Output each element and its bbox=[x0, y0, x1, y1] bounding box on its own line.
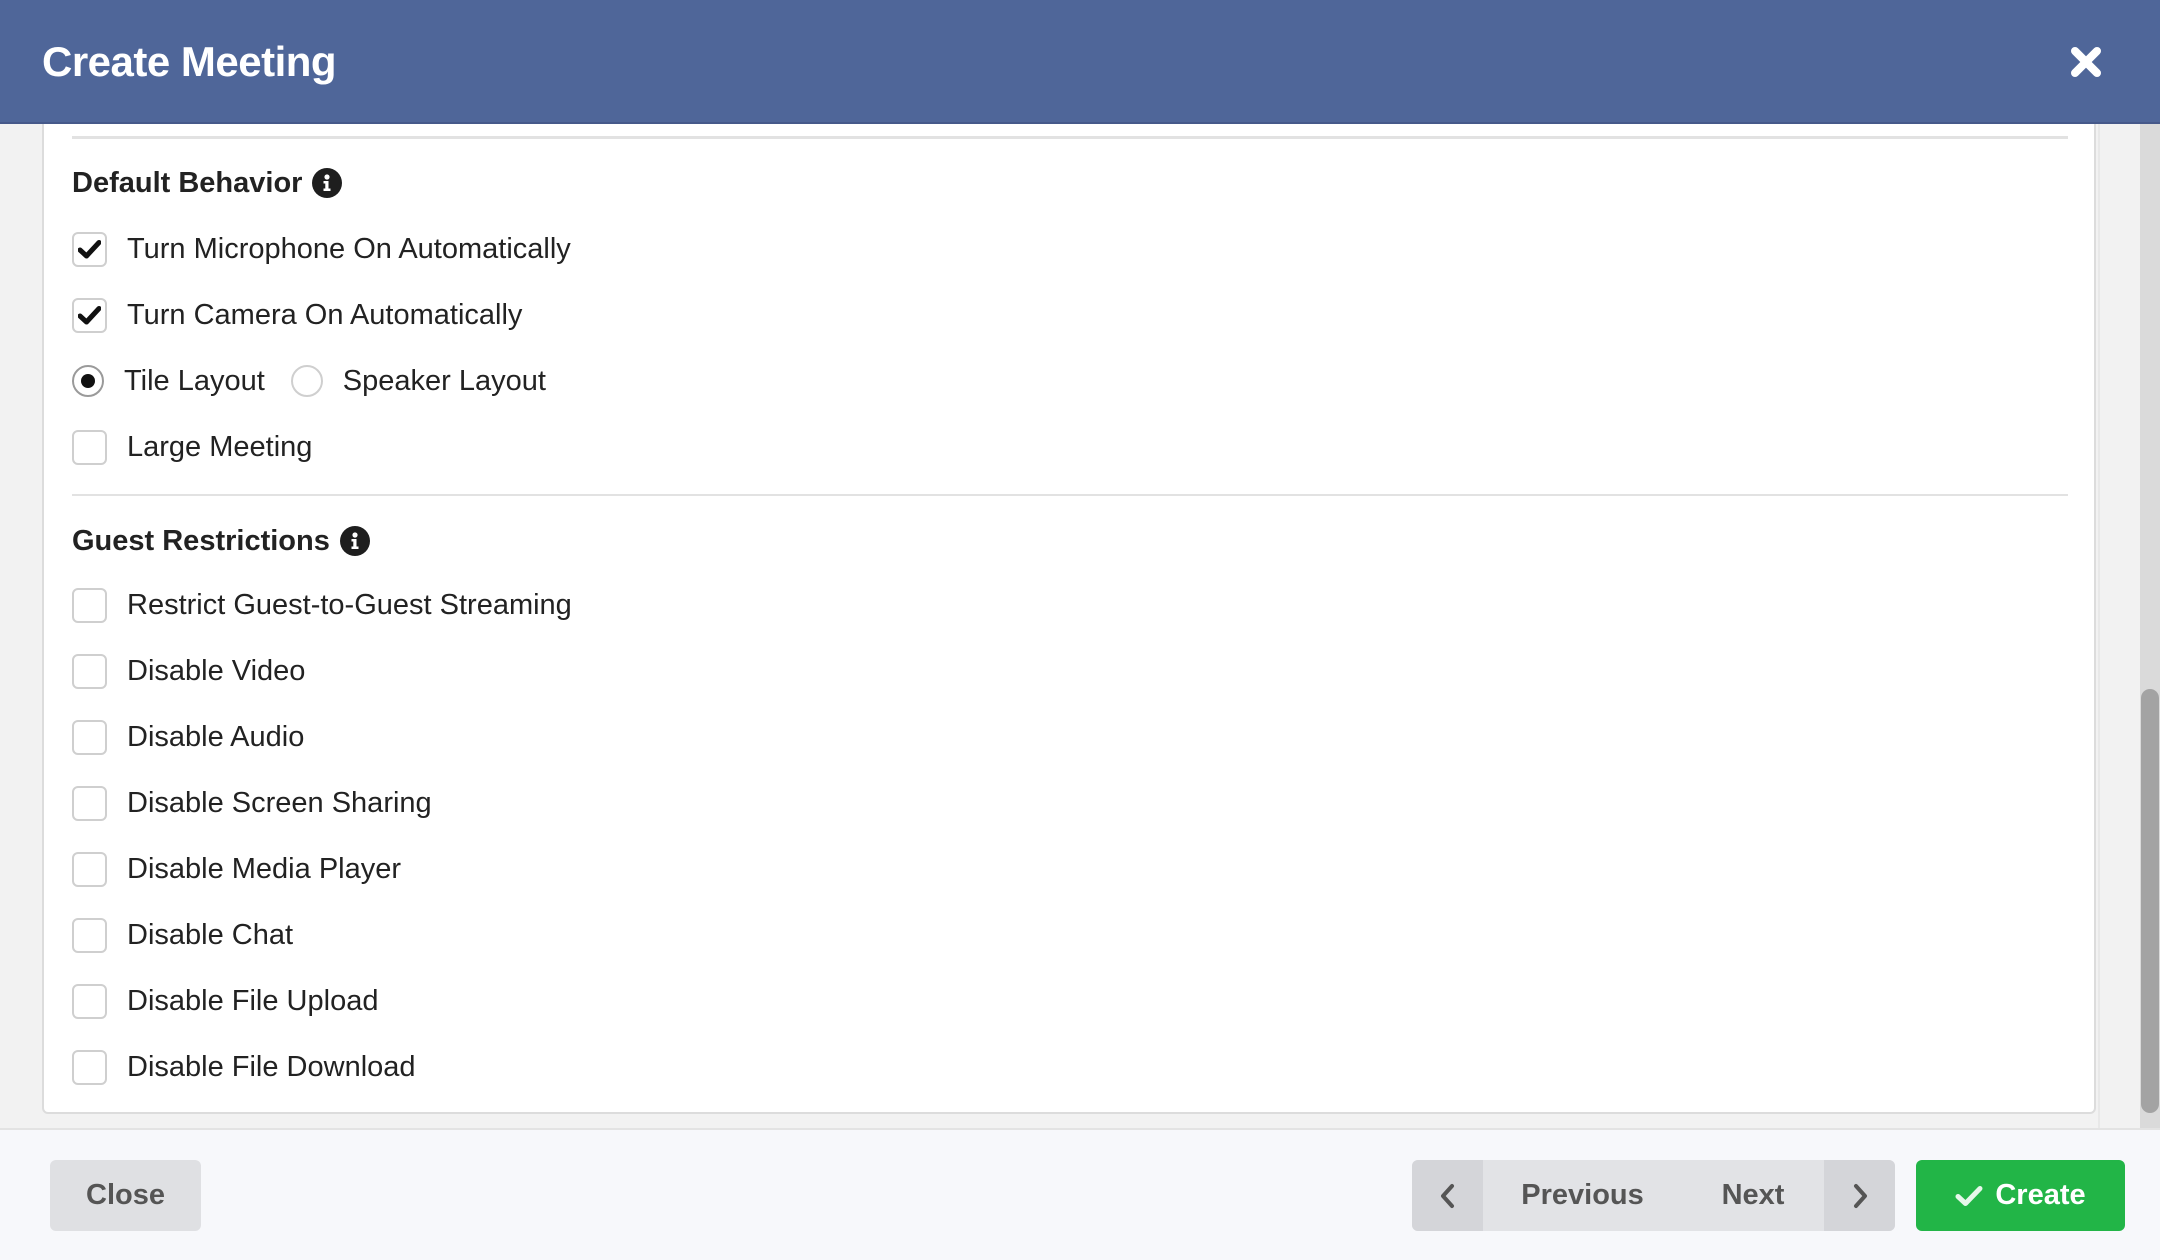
section-divider bbox=[72, 136, 2068, 139]
close-button[interactable]: Close bbox=[50, 1160, 201, 1231]
previous-button[interactable]: Previous bbox=[1483, 1160, 1682, 1231]
close-dialog-button[interactable] bbox=[2068, 44, 2104, 80]
option-label[interactable]: Turn Camera On Automatically bbox=[127, 299, 522, 332]
check-icon bbox=[1955, 1185, 1983, 1206]
tile-layout-radio[interactable] bbox=[72, 365, 104, 397]
radio-label[interactable]: Tile Layout bbox=[124, 365, 265, 398]
next-button[interactable]: Next bbox=[1682, 1160, 1824, 1231]
info-circle-icon[interactable] bbox=[312, 168, 343, 198]
disable-audio-checkbox[interactable] bbox=[72, 719, 107, 755]
close-x-icon bbox=[2071, 47, 2101, 77]
option-label[interactable]: Restrict Guest-to-Guest Streaming bbox=[127, 589, 572, 622]
disable-screen-sharing-checkbox[interactable] bbox=[72, 785, 107, 821]
option-row-camera[interactable]: Turn Camera On Automatically bbox=[72, 295, 522, 335]
option-row-disable-file-upload[interactable]: Disable File Upload bbox=[72, 981, 378, 1021]
chevron-left-icon bbox=[1440, 1183, 1454, 1208]
option-label[interactable]: Disable Screen Sharing bbox=[127, 787, 432, 820]
dialog-title: Create Meeting bbox=[42, 38, 337, 85]
disable-file-upload-checkbox[interactable] bbox=[72, 983, 107, 1019]
option-label[interactable]: Disable Chat bbox=[127, 919, 293, 952]
option-row-large-meeting[interactable]: Large Meeting bbox=[72, 427, 312, 467]
guest-restrictions-title: Guest Restrictions bbox=[72, 525, 330, 557]
pagination-group: Previous Next bbox=[1412, 1160, 1895, 1231]
dialog-body: Default Behavior Turn Microphone On Auto… bbox=[0, 124, 2140, 1128]
scrollbar-thumb[interactable] bbox=[2141, 689, 2159, 1113]
option-label[interactable]: Turn Microphone On Automatically bbox=[127, 233, 571, 266]
option-row-microphone[interactable]: Turn Microphone On Automatically bbox=[72, 229, 571, 269]
speaker-layout-radio[interactable] bbox=[290, 365, 323, 397]
default-behavior-title: Default Behavior bbox=[72, 167, 303, 199]
disable-file-download-checkbox[interactable] bbox=[72, 1049, 107, 1085]
option-label[interactable]: Disable Audio bbox=[127, 721, 304, 754]
large-meeting-checkbox[interactable] bbox=[72, 429, 107, 465]
disable-chat-checkbox[interactable] bbox=[72, 917, 107, 953]
disable-video-checkbox[interactable] bbox=[72, 653, 107, 689]
scroll-gutter bbox=[2098, 124, 2140, 1128]
option-row-disable-video[interactable]: Disable Video bbox=[72, 651, 305, 691]
option-row-disable-chat[interactable]: Disable Chat bbox=[72, 915, 293, 955]
option-row-disable-file-download[interactable]: Disable File Download bbox=[72, 1047, 416, 1087]
previous-chevron-button[interactable] bbox=[1412, 1160, 1483, 1231]
restrict-guest-streaming-checkbox[interactable] bbox=[72, 587, 107, 623]
next-chevron-button[interactable] bbox=[1824, 1160, 1895, 1231]
option-label[interactable]: Large Meeting bbox=[127, 431, 312, 464]
dialog-footer: Close Previous Next Create bbox=[0, 1128, 2160, 1260]
chevron-right-icon bbox=[1853, 1183, 1867, 1208]
option-label[interactable]: Disable Media Player bbox=[127, 853, 401, 886]
checkmark-icon bbox=[78, 239, 101, 258]
section-divider bbox=[72, 494, 2068, 496]
option-label[interactable]: Disable Video bbox=[127, 655, 305, 688]
create-button-label: Create bbox=[1995, 1179, 2086, 1211]
option-row-disable-screen-sharing[interactable]: Disable Screen Sharing bbox=[72, 783, 432, 823]
info-circle-icon[interactable] bbox=[339, 526, 370, 556]
default-behavior-heading: Default Behavior bbox=[72, 163, 343, 203]
dialog-header: Create Meeting bbox=[0, 0, 2160, 124]
option-label[interactable]: Disable File Upload bbox=[127, 985, 378, 1018]
guest-restrictions-heading: Guest Restrictions bbox=[72, 521, 370, 561]
radio-selected-dot bbox=[81, 374, 95, 388]
disable-media-player-checkbox[interactable] bbox=[72, 851, 107, 887]
option-row-disable-audio[interactable]: Disable Audio bbox=[72, 717, 304, 757]
option-row-disable-media-player[interactable]: Disable Media Player bbox=[72, 849, 401, 889]
radio-label[interactable]: Speaker Layout bbox=[343, 365, 546, 398]
microphone-auto-checkbox[interactable] bbox=[72, 231, 107, 267]
create-button[interactable]: Create bbox=[1916, 1160, 2125, 1231]
option-label[interactable]: Disable File Download bbox=[127, 1051, 416, 1084]
checkmark-icon bbox=[78, 305, 101, 324]
layout-radio-group: Tile Layout Speaker Layout bbox=[72, 361, 546, 401]
camera-auto-checkbox[interactable] bbox=[72, 297, 107, 333]
option-row-restrict-guest-streaming[interactable]: Restrict Guest-to-Guest Streaming bbox=[72, 585, 572, 625]
